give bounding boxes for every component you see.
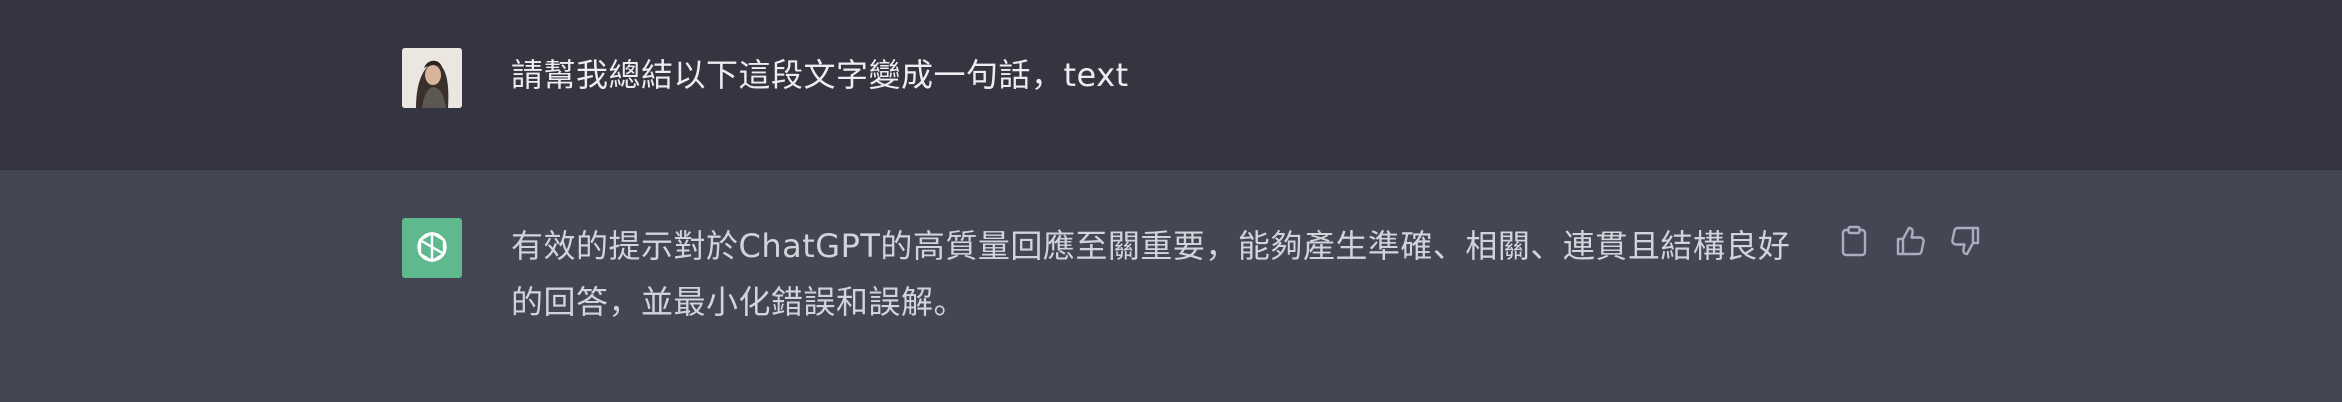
message-actions xyxy=(1838,222,1982,260)
assistant-message-row: 有效的提示對於ChatGPT的高質量回應至關重要，能夠產生準確、相關、連貫且結構… xyxy=(0,170,2342,402)
thumbs-up-button[interactable] xyxy=(1894,222,1926,260)
thumbs-down-icon xyxy=(1951,226,1980,256)
user-avatar xyxy=(402,48,462,108)
thumbs-down-button[interactable] xyxy=(1950,222,1982,260)
copy-button[interactable] xyxy=(1838,222,1870,260)
clipboard-icon xyxy=(1841,225,1867,257)
user-photo-avatar-icon xyxy=(402,48,462,108)
assistant-avatar xyxy=(402,218,462,278)
openai-logo-icon xyxy=(417,231,447,263)
user-message-row: 請幫我總結以下這段文字變成一句話，text xyxy=(0,0,2342,170)
user-message-text: 請幫我總結以下這段文字變成一句話，text xyxy=(511,56,1129,94)
assistant-message-text: 有效的提示對於ChatGPT的高質量回應至關重要，能夠產生準確、相關、連貫且結構… xyxy=(511,227,1791,321)
thumbs-up-icon xyxy=(1896,226,1925,256)
